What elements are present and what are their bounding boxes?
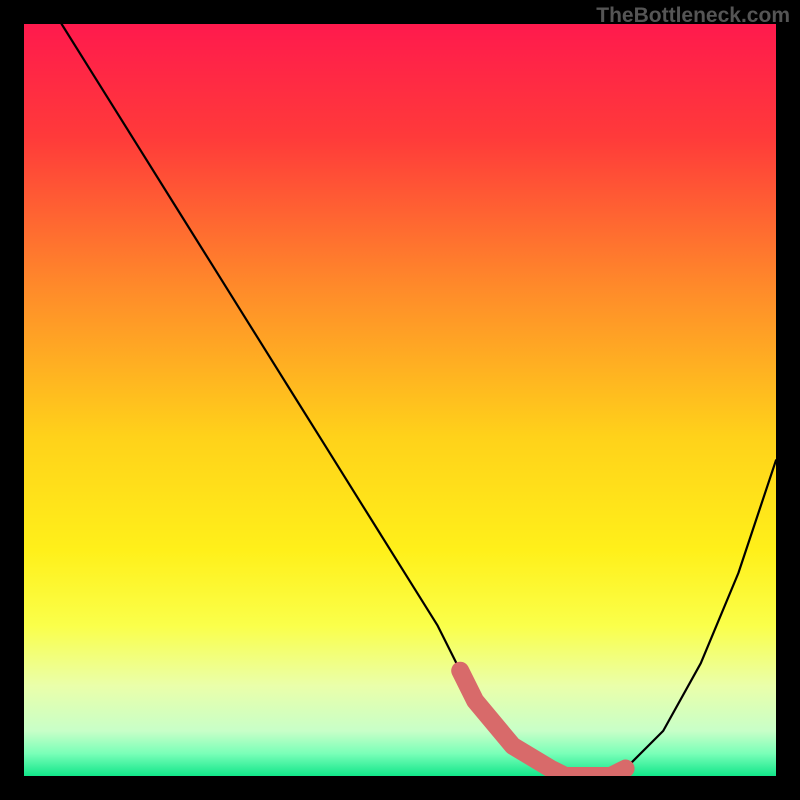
bottleneck-curve	[62, 24, 776, 776]
watermark-text: TheBottleneck.com	[596, 4, 790, 28]
chart-plot-area	[24, 24, 776, 776]
chart-curve-layer	[24, 24, 776, 776]
optimal-zone-marker	[460, 671, 625, 776]
